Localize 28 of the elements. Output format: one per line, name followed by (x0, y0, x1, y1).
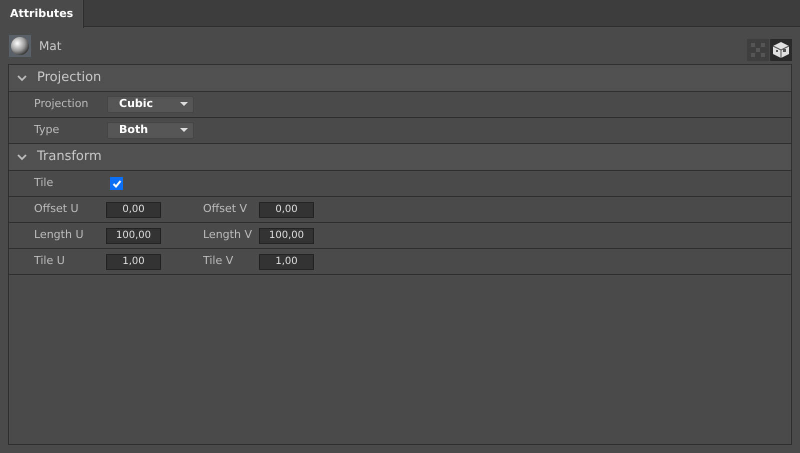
sphere-icon (9, 34, 31, 56)
material-name: Mat (39, 38, 62, 54)
field-label: Type (34, 122, 60, 138)
section-title: Projection (37, 69, 102, 88)
attributes-tab[interactable]: Attributes (0, 0, 84, 28)
dropdown[interactable]: Cubic (107, 96, 194, 113)
number-field[interactable]: 1,00 (106, 254, 161, 270)
field-label: Tile (34, 175, 54, 192)
number-field[interactable]: 0,00 (106, 202, 161, 218)
number-field[interactable]: 1,00 (259, 254, 314, 270)
section-title: Transform (37, 148, 102, 166)
chevron-icon[interactable] (17, 73, 27, 83)
field-label: Length U (34, 227, 84, 244)
field-label: Offset V (203, 201, 248, 218)
caret-icon (180, 102, 188, 107)
cube-view-button[interactable] (770, 38, 792, 60)
field-label: Projection (34, 96, 90, 112)
number-field[interactable]: 100,00 (106, 228, 161, 244)
checkbox[interactable] (110, 177, 123, 190)
number-field[interactable]: 100,00 (259, 228, 314, 244)
chevron-icon[interactable] (17, 152, 27, 162)
caret-icon (180, 128, 188, 133)
number-field[interactable]: 0,00 (259, 202, 314, 218)
dropdown[interactable]: Both (107, 122, 194, 139)
field-label: Offset U (34, 201, 80, 218)
field-label: Tile U (34, 253, 66, 270)
field-label: Tile V (203, 253, 234, 270)
field-label: Length V (203, 227, 253, 244)
